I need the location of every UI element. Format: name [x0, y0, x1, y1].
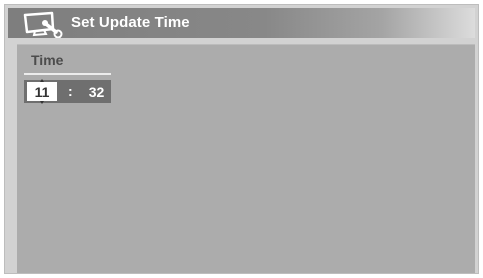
- section-divider: [24, 73, 111, 75]
- setup-wrench-monitor-icon: [22, 10, 64, 39]
- minute-value: 32: [88, 84, 105, 100]
- arrow-up-icon: [40, 79, 44, 82]
- section-label-time: Time: [31, 52, 64, 68]
- time-input-row: 11 : 32: [24, 79, 111, 104]
- hour-value: 11: [34, 84, 50, 100]
- title-bar: Set Update Time: [8, 8, 475, 39]
- minute-field[interactable]: 32: [84, 82, 109, 101]
- hour-field[interactable]: 11: [27, 79, 57, 104]
- time-separator: :: [68, 83, 73, 99]
- osd-window: Set Update Time Time 11 : 32: [4, 4, 479, 274]
- settings-panel: Time 11 : 32: [17, 44, 475, 273]
- page-title: Set Update Time: [71, 14, 190, 31]
- arrow-down-icon: [40, 101, 44, 104]
